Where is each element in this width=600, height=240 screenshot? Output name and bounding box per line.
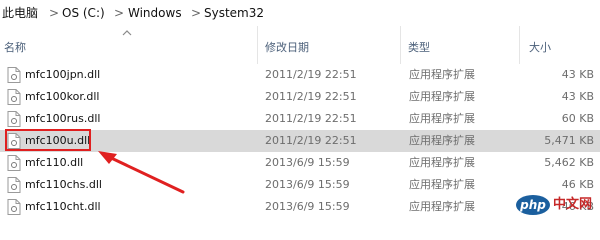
file-type: 应用程序扩展	[409, 112, 475, 125]
dll-file-icon	[7, 89, 21, 105]
dll-file-icon	[7, 155, 21, 171]
watermark-site-text: 中文网	[553, 197, 593, 212]
column-divider[interactable]	[400, 26, 401, 64]
file-date: 2011/2/19 22:51	[265, 90, 357, 103]
breadcrumb-separator-icon[interactable]: >	[114, 5, 124, 21]
column-header-date[interactable]: 修改日期	[265, 41, 309, 55]
file-date: 2013/6/9 15:59	[265, 200, 350, 213]
file-row[interactable]: mfc100jpn.dll 2011/2/19 22:51 应用程序扩展 43 …	[0, 64, 600, 86]
file-name: mfc100rus.dll	[25, 112, 101, 125]
file-type: 应用程序扩展	[409, 90, 475, 103]
file-size: 5,471 KB	[544, 134, 594, 147]
file-type: 应用程序扩展	[409, 156, 475, 169]
dll-file-icon	[7, 199, 21, 215]
file-size: 43 KB	[561, 68, 594, 81]
file-date: 2013/6/9 15:59	[265, 178, 350, 191]
file-name: mfc110chs.dll	[25, 178, 102, 191]
file-row[interactable]: mfc110cht.dll 2013/6/9 15:59 应用程序扩展 46 K…	[0, 196, 600, 218]
file-type: 应用程序扩展	[409, 200, 475, 213]
file-size: 46 KB	[561, 178, 594, 191]
file-name: mfc110.dll	[25, 156, 84, 169]
file-type: 应用程序扩展	[409, 68, 475, 81]
file-explorer-window: 此电脑 > OS (C:) > Windows > System32 名称 修改…	[0, 0, 600, 219]
breadcrumb-item-windows[interactable]: Windows	[128, 5, 182, 21]
breadcrumb-separator-icon[interactable]: >	[191, 5, 201, 21]
file-list: mfc100jpn.dll 2011/2/19 22:51 应用程序扩展 43 …	[0, 64, 600, 218]
watermark-php-badge: php	[516, 195, 550, 215]
breadcrumb-item-this-pc[interactable]: 此电脑	[2, 5, 38, 21]
watermark-logo: php 中文网	[516, 193, 596, 217]
file-date: 2011/2/19 22:51	[265, 134, 357, 147]
breadcrumb: 此电脑 > OS (C:) > Windows > System32	[0, 0, 600, 27]
column-header: 名称 修改日期 类型 大小	[0, 26, 600, 64]
file-type: 应用程序扩展	[409, 178, 475, 191]
dll-file-icon	[7, 133, 21, 149]
file-type: 应用程序扩展	[409, 134, 475, 147]
file-name: mfc100jpn.dll	[25, 68, 101, 81]
column-divider[interactable]	[519, 26, 520, 64]
file-row[interactable]: mfc110.dll 2013/6/9 15:59 应用程序扩展 5,462 K…	[0, 152, 600, 174]
sort-ascending-icon[interactable]	[121, 28, 133, 38]
breadcrumb-item-system32[interactable]: System32	[204, 5, 264, 21]
file-size: 43 KB	[561, 90, 594, 103]
file-row[interactable]: mfc100kor.dll 2011/2/19 22:51 应用程序扩展 43 …	[0, 86, 600, 108]
column-header-type[interactable]: 类型	[408, 41, 430, 55]
breadcrumb-item-drive[interactable]: OS (C:)	[62, 5, 105, 21]
file-name: mfc110cht.dll	[25, 200, 101, 213]
file-row-selected[interactable]: mfc100u.dll 2011/2/19 22:51 应用程序扩展 5,471…	[0, 130, 600, 152]
dll-file-icon	[7, 111, 21, 127]
file-size: 5,462 KB	[544, 156, 594, 169]
column-divider[interactable]	[257, 26, 258, 64]
column-header-size[interactable]: 大小	[529, 41, 551, 55]
file-row[interactable]: mfc100rus.dll 2011/2/19 22:51 应用程序扩展 60 …	[0, 108, 600, 130]
dll-file-icon	[7, 67, 21, 83]
breadcrumb-separator-icon[interactable]: >	[49, 5, 59, 21]
file-row[interactable]: mfc110chs.dll 2013/6/9 15:59 应用程序扩展 46 K…	[0, 174, 600, 196]
file-name: mfc100kor.dll	[25, 90, 100, 103]
file-date: 2011/2/19 22:51	[265, 112, 357, 125]
dll-file-icon	[7, 177, 21, 193]
file-size: 60 KB	[561, 112, 594, 125]
file-name: mfc100u.dll	[25, 134, 91, 147]
column-header-name[interactable]: 名称	[4, 41, 26, 55]
file-date: 2011/2/19 22:51	[265, 68, 357, 81]
file-date: 2013/6/9 15:59	[265, 156, 350, 169]
